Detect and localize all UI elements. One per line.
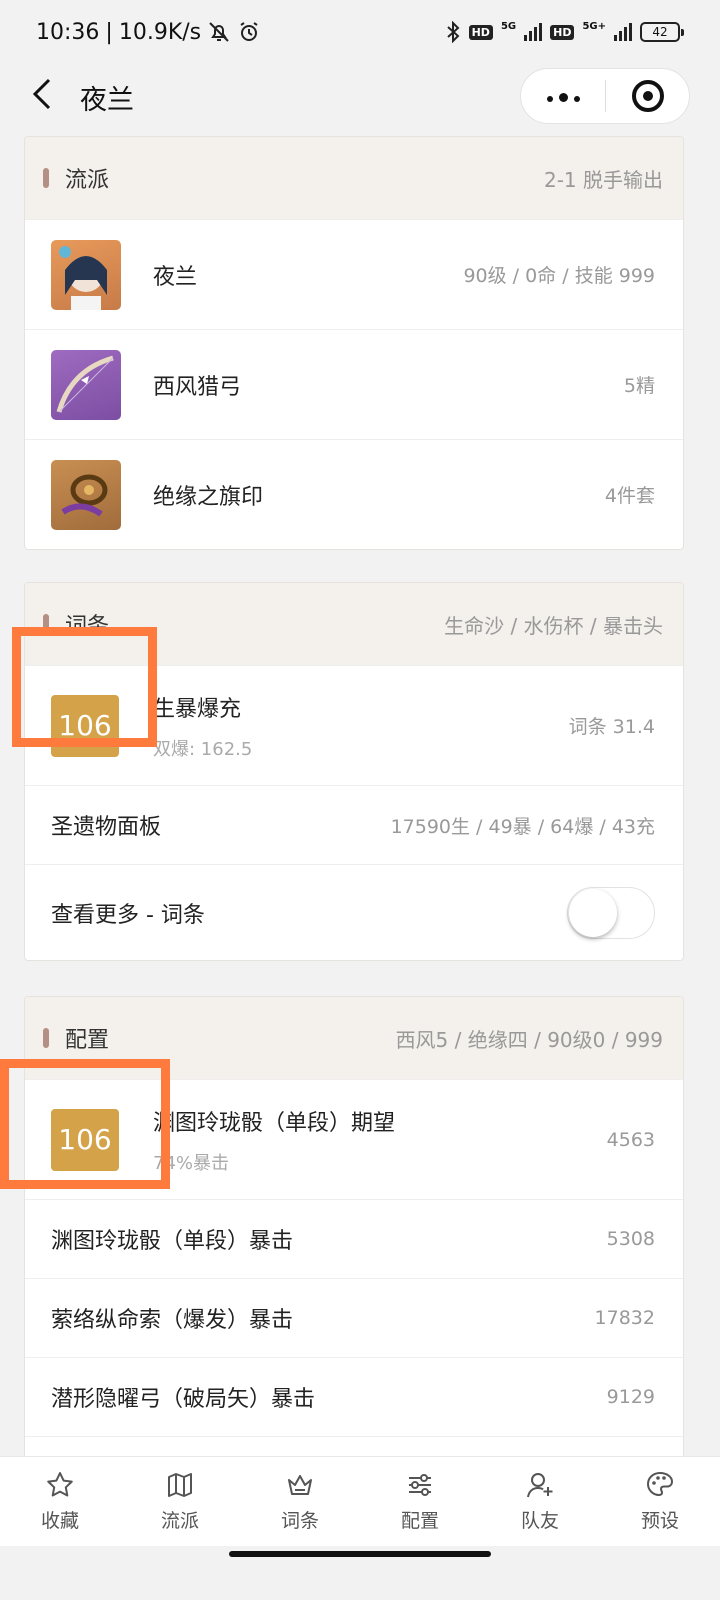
artifact-icon [51, 459, 121, 530]
damage-value: 5308 [606, 1228, 655, 1250]
more-dots-icon [544, 87, 583, 106]
bottom-tab-bar: 收藏 流派 词条 配置 队友 预设 [0, 1456, 720, 1546]
highlight-box [12, 627, 157, 747]
map-icon [168, 1473, 192, 1497]
stats-card-info: 生命沙 / 水伤杯 / 暴击头 [444, 613, 663, 638]
star-icon [47, 1472, 73, 1497]
tab-label: 流派 [160, 1510, 199, 1532]
tab-stats[interactable]: 词条 [240, 1457, 360, 1546]
hd-badge-2: HD [550, 24, 575, 40]
palette-icon [646, 1471, 674, 1497]
bell-off-icon [209, 22, 229, 42]
user-add-icon [527, 1473, 553, 1498]
score-title: 渊图玲珑骰（单段）期望 [153, 1110, 396, 1136]
battery-level: 42 [652, 25, 668, 39]
more-button[interactable] [521, 69, 605, 123]
character-name: 夜兰 [153, 264, 198, 290]
mini-program-capsule [520, 68, 690, 124]
genre-card-title: 流派 [65, 168, 110, 193]
weapon-row[interactable]: 西风猎弓 5精 [25, 329, 683, 439]
status-separator: | [105, 19, 113, 45]
config-card-info: 西风5 / 绝缘四 / 90级0 / 999 [395, 1027, 663, 1052]
network-label-2: 5G+ [582, 20, 606, 32]
genre-card: 流派 2-1 脱手输出 夜兰 90级 / 0命 / 技能 999 西风猎弓 5精… [24, 136, 684, 550]
network-label-1: 5G [500, 20, 517, 32]
damage-row[interactable]: 潜形隐曜弓（破局矢）暴击 9129 [25, 1357, 683, 1436]
bluetooth-icon [446, 21, 460, 43]
score-value: 4563 [606, 1128, 655, 1151]
weapon-refine: 5精 [623, 375, 655, 397]
damage-row[interactable]: 渊图玲珑骰（单段）暴击 5308 [25, 1199, 683, 1278]
home-indicator[interactable] [229, 1551, 491, 1557]
content-scroll-area[interactable]: 流派 2-1 脱手输出 夜兰 90级 / 0命 / 技能 999 西风猎弓 5精… [0, 124, 720, 1456]
score-subtitle: 双爆: 162.5 [153, 738, 253, 760]
damage-row-partial[interactable] [25, 1436, 683, 1456]
damage-label: 渊图玲珑骰（单段）暴击 [51, 1229, 294, 1254]
weapon-icon [51, 349, 121, 420]
tab-config[interactable]: 配置 [360, 1457, 480, 1546]
artifact-name: 绝缘之旗印 [153, 484, 264, 510]
damage-label: 萦络纵命索（爆发）暴击 [51, 1308, 294, 1333]
damage-value: 9129 [606, 1386, 655, 1408]
artifact-panel-label: 圣遗物面板 [51, 815, 162, 840]
tab-teammates[interactable]: 队友 [480, 1457, 600, 1546]
tab-genre[interactable]: 流派 [120, 1457, 240, 1546]
tab-label: 队友 [520, 1510, 559, 1532]
tab-presets[interactable]: 预设 [600, 1457, 720, 1546]
page-title: 夜兰 [80, 85, 134, 116]
target-icon [631, 80, 664, 112]
toggle-knob [569, 888, 617, 937]
score-title: 生暴爆充 [153, 696, 242, 722]
genre-card-header: 流派 2-1 脱手输出 [25, 137, 683, 219]
artifact-row[interactable]: 绝缘之旗印 4件套 [25, 439, 683, 549]
chevron-left-icon [32, 78, 51, 110]
artifact-set: 4件套 [604, 485, 655, 507]
score-subtitle: 74%暴击 [153, 1152, 230, 1174]
accent-bar [43, 1028, 49, 1048]
status-time: 10:36 [36, 19, 100, 45]
sliders-icon [409, 1474, 431, 1496]
show-more-stats-toggle[interactable] [567, 886, 655, 939]
battery-icon: 42 [640, 22, 684, 42]
signal-icon [524, 23, 543, 41]
weapon-name: 西风猎弓 [153, 374, 242, 400]
nav-bar: 夜兰 [0, 64, 720, 124]
crown-icon [288, 1475, 312, 1495]
show-more-stats-label: 查看更多 - 词条 [51, 902, 205, 928]
close-mini-program-button[interactable] [606, 69, 689, 123]
highlight-box [0, 1059, 170, 1189]
tab-label: 预设 [640, 1510, 679, 1532]
character-row[interactable]: 夜兰 90级 / 0命 / 技能 999 [25, 219, 683, 329]
alarm-icon [240, 22, 258, 41]
back-button[interactable] [22, 76, 62, 112]
status-bar: 10:36 | 10.9K/s HD 5G HD 5G+ 42 [0, 0, 720, 64]
tab-favorites[interactable]: 收藏 [0, 1457, 120, 1546]
tab-label: 词条 [280, 1510, 319, 1532]
tab-label: 配置 [400, 1510, 439, 1532]
show-more-stats-row: 查看更多 - 词条 [25, 864, 683, 960]
status-left: 10:36 | 10.9K/s [36, 20, 261, 45]
status-speed: 10.9K/s [118, 19, 202, 45]
signal-icon-2 [614, 23, 632, 41]
artifact-panel-row[interactable]: 圣遗物面板 17590生 / 49暴 / 64爆 / 43充 [25, 785, 683, 864]
genre-card-info: 2-1 脱手输出 [543, 167, 663, 192]
damage-value: 17832 [594, 1307, 655, 1329]
accent-bar [43, 168, 49, 188]
character-avatar [51, 239, 121, 310]
damage-label: 潜形隐曜弓（破局矢）暴击 [51, 1387, 316, 1412]
status-right: HD 5G HD 5G+ 42 [445, 20, 684, 43]
score-value: 词条 31.4 [568, 716, 655, 738]
damage-row[interactable]: 萦络纵命索（爆发）暴击 17832 [25, 1278, 683, 1357]
character-detail: 90级 / 0命 / 技能 999 [463, 265, 655, 287]
artifact-panel-value: 17590生 / 49暴 / 64爆 / 43充 [390, 815, 655, 838]
hd-badge: HD [468, 24, 493, 40]
config-card-title: 配置 [65, 1028, 110, 1053]
tab-label: 收藏 [40, 1510, 79, 1532]
